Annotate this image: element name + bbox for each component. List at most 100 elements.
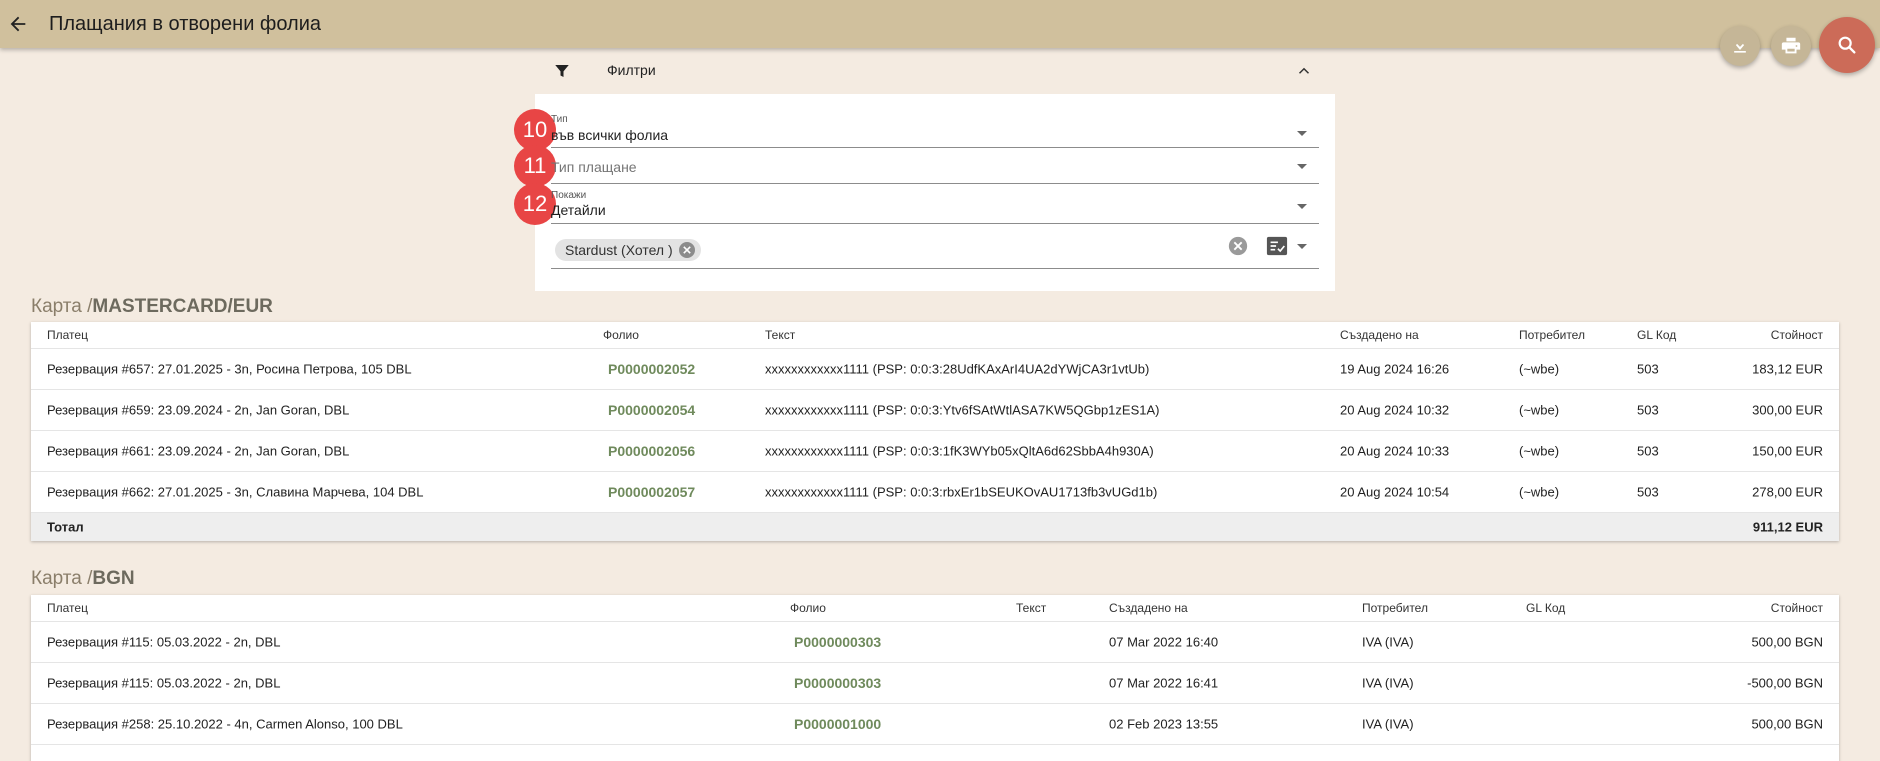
filters-label: Филтри <box>607 62 656 78</box>
amount: 300,00 EUR <box>1752 402 1823 418</box>
table-header: Платец Фолио Текст Създадено на Потребит… <box>31 322 1839 349</box>
folio-link[interactable]: P0000002054 <box>608 402 695 418</box>
col-text[interactable]: Текст <box>1016 601 1046 615</box>
col-amount[interactable]: Стойност <box>1771 328 1823 342</box>
col-text[interactable]: Текст <box>765 328 795 342</box>
user: IVA (IVA) <box>1362 634 1414 650</box>
filters-body: 10 Тип във всички фолиа 11 Тип плащане 1… <box>514 94 1335 291</box>
text: xxxxxxxxxxxx1111 (PSP: 0:0:3:rbxEr1bSEUK… <box>765 484 1158 500</box>
folio-link[interactable]: P0000002056 <box>608 443 695 459</box>
section-title-mastercard: Карта /MASTERCARD/EUR <box>31 296 273 317</box>
payer: Резервация #662: 27.01.2025 - 3n, Славин… <box>47 484 424 500</box>
col-created[interactable]: Създадено на <box>1109 601 1188 615</box>
payer: Резервация #661: 23.09.2024 - 2n, Jan Go… <box>47 443 350 459</box>
created: 07 Mar 2022 16:41 <box>1109 675 1219 691</box>
chip-remove-button[interactable] <box>678 242 695 258</box>
table-row[interactable]: Резервация #258: 25.10.2022 - 4n, Carmen… <box>31 704 1839 745</box>
user: (~wbe) <box>1519 402 1560 418</box>
col-gl-code[interactable]: GL Код <box>1637 328 1676 342</box>
table-row[interactable]: Резервация #115: 05.03.2022 - 2n, DBL P0… <box>31 622 1839 663</box>
filters-header[interactable]: Филтри <box>535 48 1335 94</box>
text: xxxxxxxxxxxx1111 (PSP: 0:0:3:Ytv6fSAtWtl… <box>765 402 1160 418</box>
col-payer[interactable]: Платец <box>47 601 88 615</box>
select-all-button[interactable] <box>1266 235 1288 262</box>
table-row[interactable]: Резервация #661: 23.09.2024 - 2n, Jan Go… <box>31 431 1839 472</box>
chevron-down-icon <box>1297 131 1307 136</box>
payments-table-mastercard: Платец Фолио Текст Създадено на Потребит… <box>31 322 1839 541</box>
close-icon <box>682 246 691 254</box>
amount: 278,00 EUR <box>1752 484 1823 500</box>
folio-link[interactable]: P0000002052 <box>608 361 695 377</box>
col-user[interactable]: Потребител <box>1519 328 1585 342</box>
amount: 183,12 EUR <box>1752 361 1823 377</box>
search-icon <box>1838 36 1856 54</box>
show-label: Покажи <box>551 190 587 201</box>
download-button[interactable] <box>1720 26 1760 66</box>
payer: Резервация #659: 23.09.2024 - 2n, Jan Go… <box>47 402 350 418</box>
user: (~wbe) <box>1519 443 1560 459</box>
section-title-bgn: Карта /BGN <box>31 568 135 589</box>
folio-link[interactable]: P0000002057 <box>608 484 695 500</box>
payment-type-placeholder: Тип плащане <box>551 159 637 175</box>
download-icon <box>1734 39 1746 53</box>
filter-icon <box>555 65 569 77</box>
step-badge-11: 11 <box>514 145 556 187</box>
amount: 500,00 BGN <box>1751 634 1823 650</box>
clear-button[interactable] <box>1227 235 1249 262</box>
gl-code: 503 <box>1637 443 1659 459</box>
chevron-down-icon <box>1297 244 1307 249</box>
col-folio[interactable]: Фолио <box>603 328 639 342</box>
payment-type-select[interactable]: 11 Тип плащане <box>514 145 1319 187</box>
table-row[interactable]: Резервация #657: 27.01.2025 - 3n, Росина… <box>31 349 1839 390</box>
created: 19 Aug 2024 16:26 <box>1340 361 1450 377</box>
show-select[interactable]: 12 Покажи Детайли <box>514 183 1319 225</box>
col-gl-code[interactable]: GL Код <box>1526 601 1565 615</box>
user: IVA (IVA) <box>1362 675 1414 691</box>
checklist-icon <box>1266 236 1288 256</box>
text: xxxxxxxxxxxx1111 (PSP: 0:0:3:1fK3WYb05xQ… <box>765 443 1154 459</box>
total-value: 911,12 EUR <box>1752 519 1823 535</box>
table-row[interactable]: Резервация #115: 05.03.2022 - 2n, DBL P0… <box>31 663 1839 704</box>
print-button[interactable] <box>1771 26 1811 66</box>
clear-circle-icon <box>1228 236 1248 256</box>
payer: Резервация #258: 25.10.2022 - 4n, Carmen… <box>47 716 403 732</box>
folio-link[interactable]: P0000001000 <box>794 716 881 732</box>
created: 02 Feb 2023 13:55 <box>1109 716 1219 732</box>
created: 20 Aug 2024 10:54 <box>1340 484 1450 500</box>
col-folio[interactable]: Фолио <box>790 601 826 615</box>
hotel-select[interactable]: Stardust (Хотел ) <box>551 224 1319 269</box>
step-badge-12: 12 <box>514 183 556 225</box>
gl-code: 503 <box>1637 361 1659 377</box>
col-amount[interactable]: Стойност <box>1771 601 1823 615</box>
gl-code: 503 <box>1637 402 1659 418</box>
text: xxxxxxxxxxxx1111 (PSP: 0:0:3:28UdfKAxArI… <box>765 361 1150 377</box>
payer: Резервация #115: 05.03.2022 - 2n, DBL <box>47 634 281 650</box>
gl-code: 503 <box>1637 484 1659 500</box>
col-user[interactable]: Потребител <box>1362 601 1428 615</box>
amount: 500,00 BGN <box>1751 716 1823 732</box>
arrow-back-icon <box>10 16 26 32</box>
amount: -500,00 BGN <box>1747 675 1823 691</box>
search-button[interactable] <box>1819 17 1875 73</box>
page-title: Плащания в отворени фолиа <box>49 12 322 35</box>
payer: Резервация #657: 27.01.2025 - 3n, Росина… <box>47 361 412 377</box>
col-created[interactable]: Създадено на <box>1340 328 1419 342</box>
hotel-chip-label: Stardust (Хотел ) <box>565 242 673 258</box>
created: 07 Mar 2022 16:40 <box>1109 634 1219 650</box>
type-select[interactable]: 10 Тип във всички фолиа <box>514 109 1319 151</box>
table-row[interactable]: Резервация #659: 23.09.2024 - 2n, Jan Go… <box>31 390 1839 431</box>
user: IVA (IVA) <box>1362 716 1414 732</box>
payer: Резервация #115: 05.03.2022 - 2n, DBL <box>47 675 281 691</box>
user: (~wbe) <box>1519 484 1560 500</box>
table-row[interactable]: Резервация #662: 27.01.2025 - 3n, Славин… <box>31 472 1839 513</box>
created: 20 Aug 2024 10:33 <box>1340 443 1450 459</box>
chevron-down-icon <box>1297 204 1307 209</box>
print-icon <box>1781 37 1801 54</box>
col-payer[interactable]: Платец <box>47 328 88 342</box>
folio-link[interactable]: P0000000303 <box>794 675 881 691</box>
back-button[interactable] <box>2 8 34 40</box>
total-label: Тотал <box>47 519 84 535</box>
amount: 150,00 EUR <box>1752 443 1823 459</box>
folio-link[interactable]: P0000000303 <box>794 634 881 650</box>
chevron-up-icon[interactable] <box>1295 62 1313 80</box>
